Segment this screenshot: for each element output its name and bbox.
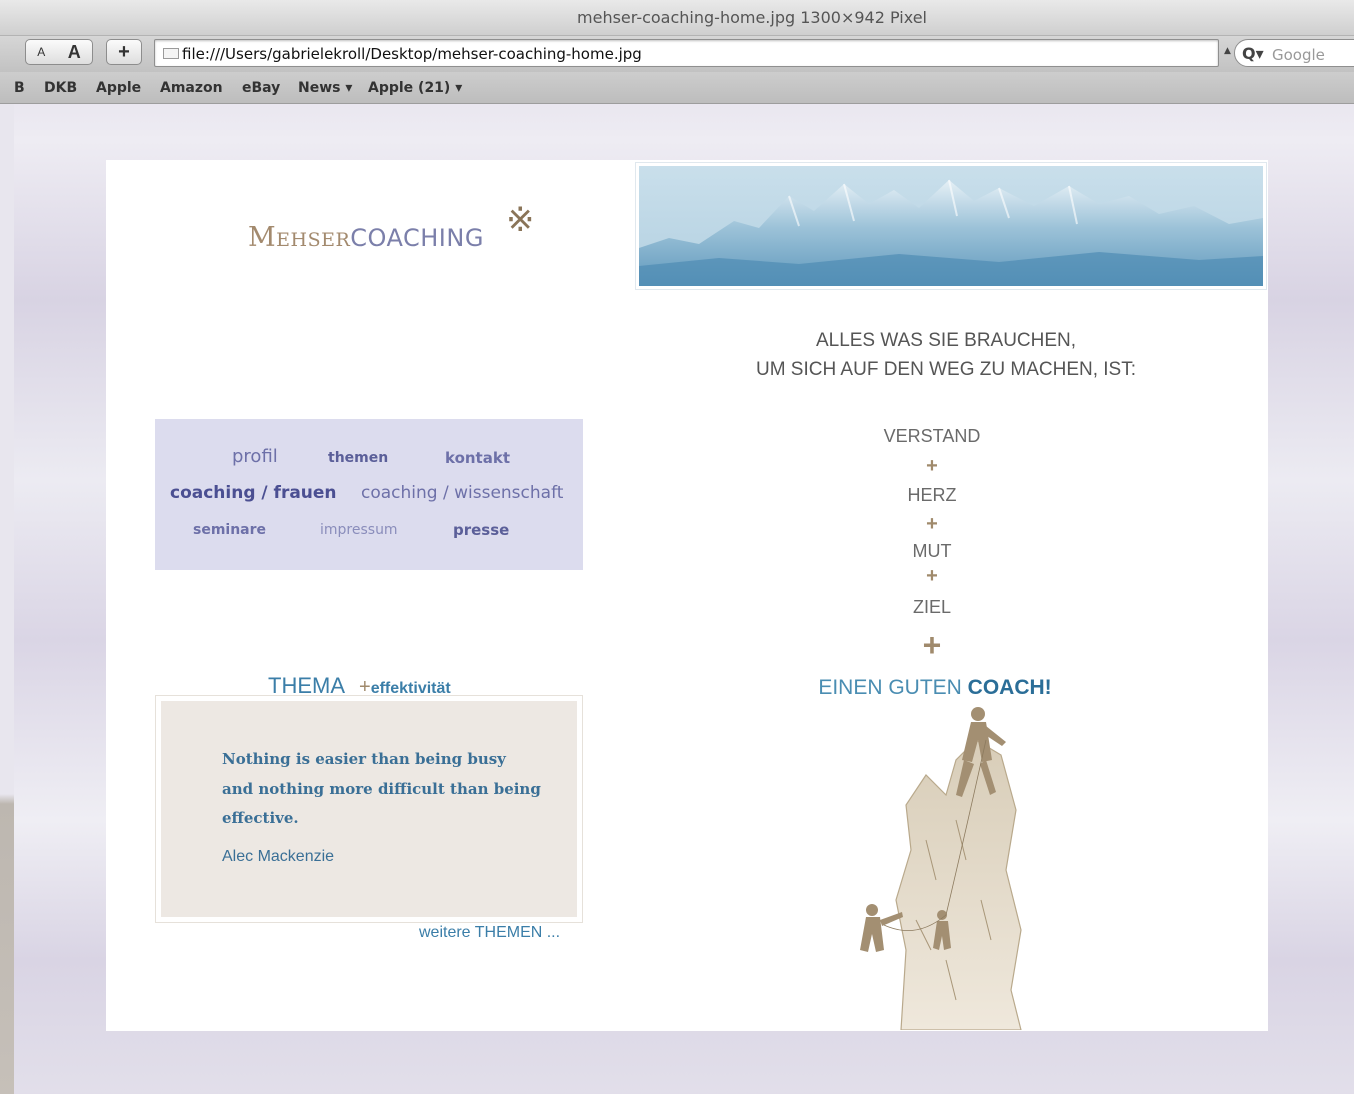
quote-box: Nothing is easier than being busy and no… — [155, 695, 583, 923]
site-logo[interactable]: Mehsercoaching — [248, 222, 484, 253]
slogan-line-2: UM SICH AUF DEN WEG ZU MACHEN, IST: — [755, 359, 1137, 380]
mountain-banner — [635, 162, 1267, 290]
nav-presse[interactable]: presse — [453, 521, 509, 539]
bookmark-dkb[interactable]: DKB — [44, 80, 77, 96]
slogan-line-1: ALLES WAS SIE BRAUCHEN, — [815, 330, 1077, 351]
search-icon[interactable]: Q▾ — [1242, 44, 1264, 63]
slogan: ALLES WAS SIE BRAUCHEN, UM SICH AUF DEN … — [706, 326, 1186, 384]
bookmark-amazon[interactable]: Amazon — [160, 80, 223, 96]
address-text[interactable]: file:///Users/gabrielekroll/Desktop/mehs… — [182, 45, 642, 63]
text-bigger-button[interactable]: A — [68, 42, 81, 63]
bookmark-apple[interactable]: Apple — [96, 80, 141, 96]
page-card: Mehsercoaching ※ ALLES WAS SIE BRAUCH — [106, 160, 1268, 1031]
search-field[interactable]: Q▾ Google — [1234, 39, 1354, 67]
plus-icon: + — [926, 513, 938, 535]
browser-toolbar: A A + file:///Users/gabrielekroll/Deskto… — [0, 36, 1354, 72]
nav-impressum[interactable]: impressum — [320, 522, 398, 538]
add-bookmark-button[interactable]: + — [106, 39, 142, 65]
more-themes-link[interactable]: weitere THEMEN ... — [419, 924, 560, 942]
stack-mut: MUT — [912, 541, 952, 561]
search-placeholder: Google — [1272, 46, 1325, 64]
nav-coaching-wissenschaft[interactable]: coaching / wissenschaft — [361, 483, 563, 503]
stack-ziel: ZIEL — [912, 597, 951, 617]
plus-icon: + — [926, 565, 938, 587]
logo-part-coaching: coaching — [350, 224, 484, 252]
quote-text: Nothing is easier than being busy and no… — [222, 750, 541, 827]
bookmarks-bar: B DKB Apple Amazon eBay News ▾ Apple (21… — [0, 72, 1354, 104]
address-dropdown-icon[interactable]: ▲ — [1224, 46, 1231, 56]
bookmark-ebay[interactable]: eBay — [242, 80, 280, 96]
address-bar[interactable]: file:///Users/gabrielekroll/Desktop/mehs… — [154, 39, 1219, 67]
quote-author: Alec Mackenzie — [222, 848, 335, 865]
coach-prefix: EINEN GUTEN — [818, 676, 968, 699]
bookmark-b[interactable]: B — [14, 80, 25, 96]
text-smaller-button[interactable]: A — [37, 45, 45, 59]
window-titlebar: mehser-coaching-home.jpg 1300×942 Pixel — [0, 0, 1354, 36]
bookmark-news-menu[interactable]: News ▾ — [298, 80, 352, 96]
nav-themen[interactable]: themen — [328, 450, 388, 466]
climbers-illustration — [860, 707, 1022, 1030]
stack-herz: HERZ — [907, 485, 957, 505]
plus-big-icon: + — [922, 627, 942, 663]
plus-icon: + — [926, 455, 938, 477]
quote-panel: Nothing is easier than being busy and no… — [161, 701, 577, 917]
nav-coaching-frauen[interactable]: coaching / frauen — [170, 483, 337, 503]
nav-seminare[interactable]: seminare — [193, 522, 266, 538]
window-title: mehser-coaching-home.jpg 1300×942 Pixel — [577, 8, 927, 27]
logo-star-icon: ※ — [506, 200, 535, 240]
text-size-buttons[interactable]: A A — [25, 39, 93, 65]
page-icon — [163, 48, 179, 59]
bookmark-apple-folder[interactable]: Apple (21) ▾ — [368, 80, 462, 96]
mountain-image — [639, 166, 1263, 286]
desktop-edge — [0, 104, 14, 1094]
nav-profil[interactable]: profil — [232, 446, 278, 467]
coach-headline: EINEN GUTEN COACH! — [706, 676, 1164, 700]
stack-verstand: VERSTAND — [883, 426, 981, 446]
nav-kontakt[interactable]: kontakt — [445, 449, 510, 467]
logo-part-mehser: Mehser — [248, 222, 351, 253]
main-navigation: profil themen kontakt coaching / frauen … — [155, 419, 583, 570]
coach-bold: COACH! — [967, 676, 1052, 699]
